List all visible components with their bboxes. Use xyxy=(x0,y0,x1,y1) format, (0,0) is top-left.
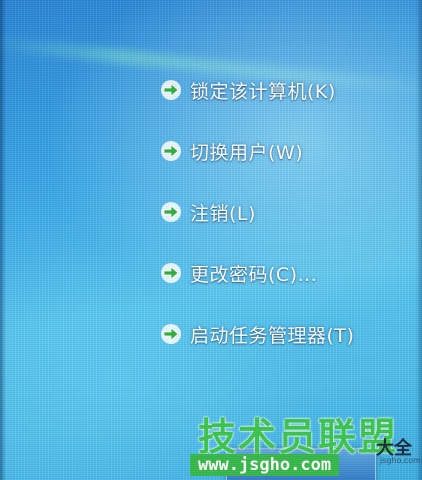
change-password-option[interactable]: 更改密码(C)... xyxy=(160,253,410,293)
switch-user-option[interactable]: 切换用户(W) xyxy=(160,131,410,171)
watermark-url: www.jsgho.com xyxy=(190,454,340,476)
green-arrow-icon xyxy=(161,141,181,161)
lock-computer-option[interactable]: 锁定该计算机(K) xyxy=(160,70,410,110)
watermark-logo: 技术员联盟 xyxy=(198,415,399,459)
monitor-edge-left xyxy=(0,0,6,480)
ctrl-alt-del-screen: 锁定该计算机(K) 切换用户(W) 注销(L) 更改密码(C)... 启动任务管… xyxy=(0,0,422,480)
log-off-label: 注销(L) xyxy=(190,202,256,225)
task-manager-label: 启动任务管理器(T) xyxy=(190,324,355,347)
green-arrow-icon xyxy=(161,263,181,283)
security-options-menu: 锁定该计算机(K) 切换用户(W) 注销(L) 更改密码(C)... 启动任务管… xyxy=(160,70,410,375)
lock-computer-label: 锁定该计算机(K) xyxy=(190,80,336,103)
log-off-option[interactable]: 注销(L) xyxy=(160,192,410,232)
site-watermark: 技术员联盟 大全 jsgho.com www.jsgho.com xyxy=(190,406,422,480)
green-arrow-icon xyxy=(161,80,181,100)
green-arrow-icon xyxy=(161,324,181,344)
task-manager-option[interactable]: 启动任务管理器(T) xyxy=(160,314,410,354)
change-password-label: 更改密码(C)... xyxy=(190,263,318,286)
green-arrow-icon xyxy=(161,202,181,222)
watermark-side-url: jsgho.com xyxy=(380,456,421,465)
switch-user-label: 切换用户(W) xyxy=(190,141,304,164)
